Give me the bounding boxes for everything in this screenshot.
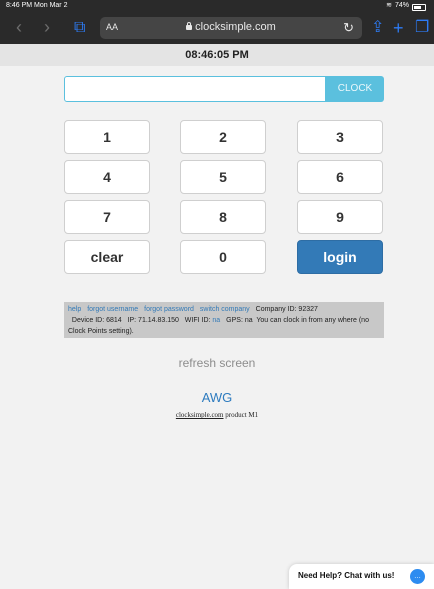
chat-widget[interactable]: Need Help? Chat with us! … (289, 564, 434, 589)
key-8[interactable]: 8 (180, 200, 266, 234)
switch-company-link[interactable]: switch company (200, 306, 250, 313)
key-6[interactable]: 6 (297, 160, 383, 194)
product-line: clocksimple.com product M1 (0, 411, 434, 419)
gps-status: GPS: na (226, 317, 253, 324)
key-9[interactable]: 9 (297, 200, 383, 234)
battery-percent: 74% (394, 2, 409, 9)
help-link[interactable]: help (68, 306, 81, 313)
clear-button[interactable]: clear (64, 240, 150, 274)
device-id: Device ID: 6814 (71, 317, 122, 324)
company-name: AWG (201, 390, 233, 405)
user-code-input[interactable] (64, 76, 326, 102)
reload-icon[interactable]: ↻ (343, 20, 354, 36)
key-7[interactable]: 7 (64, 200, 150, 234)
wifi-label: WIFI ID: (184, 317, 211, 324)
forgot-password-link[interactable]: forgot password (144, 306, 194, 313)
chat-label: Need Help? Chat with us! (298, 571, 395, 580)
status-right: ≋ 74% (386, 0, 426, 12)
key-4[interactable]: 4 (64, 160, 150, 194)
tabs-icon[interactable]: ❐ (415, 19, 429, 37)
refresh-screen-link[interactable]: refresh screen (0, 356, 434, 370)
current-time: 08:46:05 PM (0, 44, 434, 66)
clock-row: CLOCK (64, 76, 384, 102)
address-bar[interactable]: AA clocksimple.com ↻ (100, 17, 362, 39)
product-version: product M1 (223, 411, 259, 419)
bookmarks-icon[interactable]: ⧉ (74, 19, 85, 37)
battery-icon (412, 3, 426, 11)
back-icon[interactable]: ‹ (16, 18, 22, 36)
lock-icon (186, 22, 193, 30)
url-text: clocksimple.com (100, 21, 362, 33)
key-5[interactable]: 5 (180, 160, 266, 194)
wifi-icon: ≋ (386, 2, 392, 9)
url-label: clocksimple.com (195, 21, 276, 33)
key-0[interactable]: 0 (180, 240, 266, 274)
new-tab-icon[interactable]: + (393, 19, 404, 37)
forgot-username-link[interactable]: forgot username (87, 306, 138, 313)
wifi-id-link[interactable]: na (212, 317, 220, 324)
forward-icon[interactable]: › (44, 18, 50, 36)
login-button[interactable]: login (297, 240, 383, 274)
clock-button[interactable]: CLOCK (326, 76, 384, 102)
device-info-panel: help forgot username forgot password swi… (64, 302, 384, 338)
company-id: Company ID: 92327 (255, 306, 318, 313)
status-time: 8:46 PM Mon Mar 2 (6, 2, 68, 9)
chat-bubble-icon[interactable]: … (410, 569, 425, 584)
key-1[interactable]: 1 (64, 120, 150, 154)
browser-toolbar: ‹ › ⧉ AA clocksimple.com ↻ ⇪ + ❐ (0, 12, 434, 44)
key-2[interactable]: 2 (180, 120, 266, 154)
ip-address: IP: 71.14.83.150 (127, 317, 179, 324)
key-3[interactable]: 3 (297, 120, 383, 154)
clocksimple-link[interactable]: clocksimple.com (176, 411, 224, 419)
status-bar: 8:46 PM Mon Mar 2 ≋ 74% (0, 0, 434, 12)
share-icon[interactable]: ⇪ (371, 19, 384, 37)
